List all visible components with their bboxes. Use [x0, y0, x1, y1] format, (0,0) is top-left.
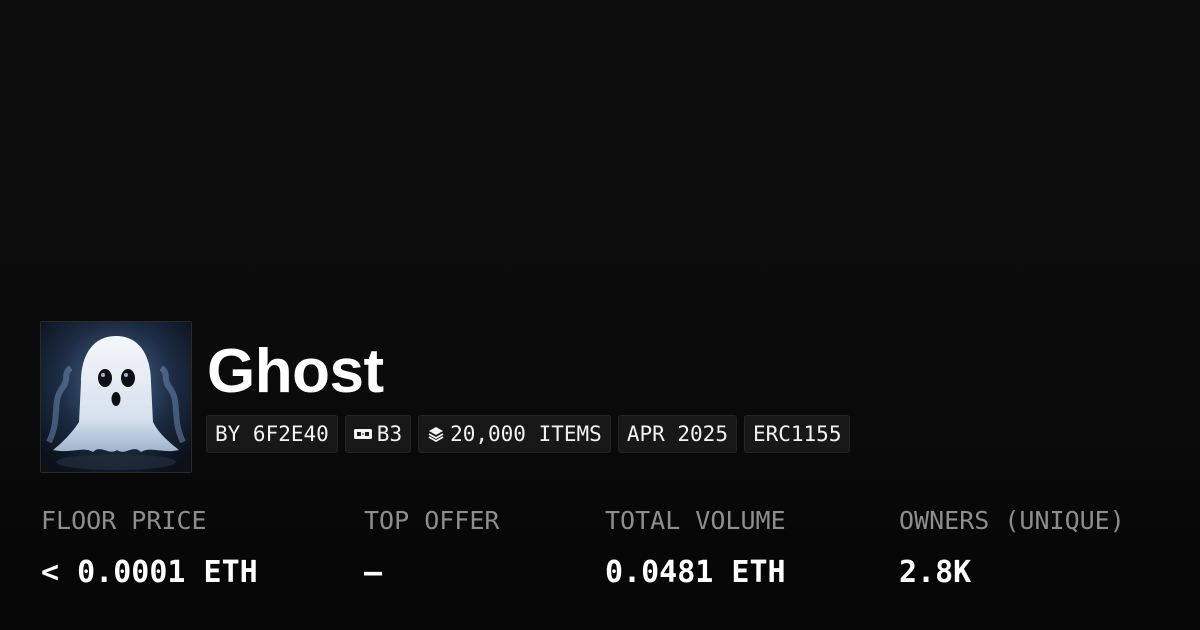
- ghost-illustration: [41, 322, 191, 472]
- collection-stats: FLOOR PRICE < 0.0001 ETH TOP OFFER — TOT…: [0, 0, 1200, 630]
- stat-owners: OWNERS (UNIQUE) 2.8K: [899, 506, 1125, 590]
- creator-tag[interactable]: BY 6F2E40: [206, 415, 338, 453]
- stat-label: OWNERS (UNIQUE): [899, 506, 1125, 535]
- items-tag-label: 20,000 ITEMS: [450, 422, 602, 446]
- chain-tag[interactable]: B3: [344, 415, 412, 453]
- stat-label: TOTAL VOLUME: [605, 506, 786, 535]
- standard-tag-label: ERC1155: [752, 422, 842, 446]
- collection-title: Ghost: [207, 337, 384, 406]
- chain-tag-label: B3: [376, 422, 403, 446]
- date-tag-label: APR 2025: [626, 422, 728, 446]
- stat-label: FLOOR PRICE: [41, 506, 207, 535]
- layers-icon: [427, 425, 445, 443]
- stat-total-volume: TOTAL VOLUME 0.0481 ETH: [605, 506, 786, 590]
- collection-tags: BY 6F2E40 B3 20,000 ITEMS APR 2025 ERC11…: [206, 415, 851, 453]
- stat-value: 2.8K: [899, 555, 972, 590]
- chain-badge-icon: [353, 425, 372, 443]
- stat-floor-price: FLOOR PRICE < 0.0001 ETH: [41, 506, 258, 590]
- creator-tag-label: BY 6F2E40: [215, 422, 329, 446]
- stat-value: 0.0481 ETH: [605, 555, 786, 590]
- collection-avatar: [40, 321, 192, 473]
- standard-tag[interactable]: ERC1155: [743, 415, 851, 453]
- stat-value: —: [364, 555, 383, 590]
- items-tag[interactable]: 20,000 ITEMS: [418, 415, 611, 453]
- date-tag[interactable]: APR 2025: [617, 415, 737, 453]
- stat-top-offer: TOP OFFER —: [364, 506, 499, 590]
- stat-value: < 0.0001 ETH: [41, 555, 258, 590]
- stat-label: TOP OFFER: [364, 506, 500, 535]
